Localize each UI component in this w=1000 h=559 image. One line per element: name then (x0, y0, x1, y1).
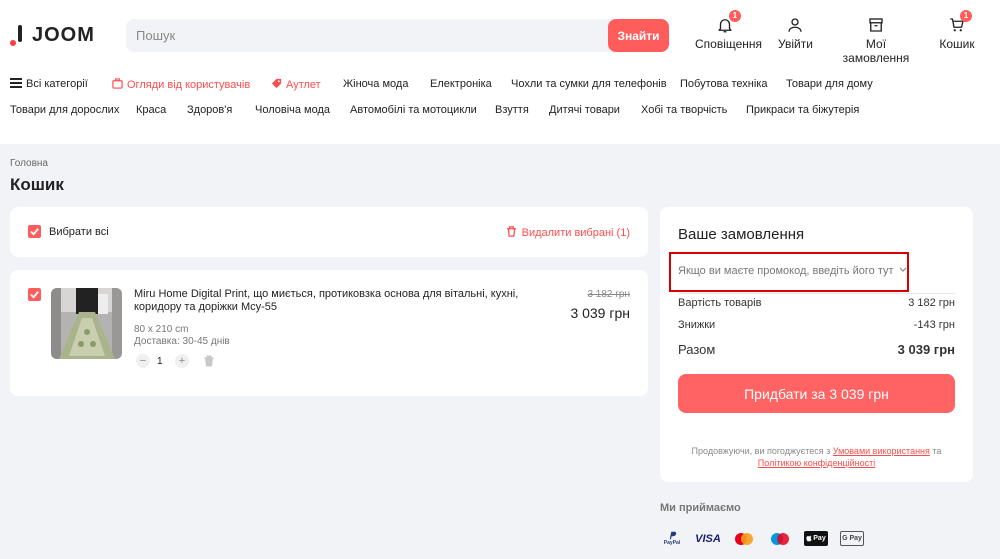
promo-code-label: Якщо ви маєте промокод, введіть його тут (678, 265, 894, 277)
order-title: Ваше замовлення (678, 226, 805, 243)
quantity-value: 1 (157, 356, 163, 367)
divider (678, 293, 955, 294)
page-title: Кошик (10, 175, 64, 194)
item-checkbox[interactable] (28, 288, 41, 301)
search-bar: Знайти (126, 19, 669, 52)
user-icon (788, 18, 802, 32)
select-all-checkbox[interactable] (28, 225, 41, 238)
delete-selected-button[interactable]: Видалити вибрані (1) (506, 226, 630, 239)
item-size: 80 x 210 cm (134, 324, 189, 335)
category-link[interactable]: Прикраси та біжутерія (746, 104, 859, 116)
joom-logo[interactable]: JOOM (10, 24, 95, 47)
category-link[interactable]: Здоров'я (187, 104, 232, 116)
check-icon (30, 291, 39, 299)
category-link[interactable]: Краса (136, 104, 166, 116)
breadcrumb[interactable]: Головна (10, 158, 48, 169)
category-link[interactable]: Електроніка (430, 78, 492, 90)
payments-title: Ми приймаємо (660, 502, 741, 514)
notifications-label: Сповіщення (695, 37, 763, 51)
discount-label: Знижки (678, 319, 716, 331)
product-image[interactable] (51, 288, 122, 359)
notifications-button[interactable]: 1 Сповіщення (695, 10, 762, 51)
search-input[interactable] (126, 19, 606, 52)
category-link[interactable]: Товари для дому (786, 78, 873, 90)
total-label: Разом (678, 342, 716, 357)
terms-link[interactable]: Умовами використання (833, 446, 930, 456)
category-link[interactable]: Хобі та творчість (641, 104, 727, 116)
header: JOOM Знайти 1 Сповіщення Увійти Мої замо… (0, 0, 1000, 144)
chevron-down-icon (899, 267, 907, 272)
category-link[interactable]: Чохли та сумки для телефонів (511, 78, 667, 90)
decrease-quantity-button[interactable]: − (136, 354, 150, 368)
discount-value: -143 грн (913, 319, 955, 331)
delete-selected-label: Видалити вибрані (1) (521, 227, 630, 239)
login-button[interactable]: Увійти (778, 16, 813, 51)
cart-badge: 1 (960, 10, 972, 22)
select-all-card: Вибрати всі Видалити вибрані (1) (10, 207, 648, 257)
item-delivery: Доставка: 30-45 днів (134, 336, 230, 347)
total-value: 3 039 грн (897, 342, 955, 357)
maestro-icon (771, 532, 789, 545)
category-link[interactable]: Взуття (495, 104, 529, 116)
item-title[interactable]: Miru Home Digital Print, що миється, про… (134, 288, 554, 314)
tag-icon (271, 78, 282, 89)
login-label: Увійти (778, 37, 813, 51)
logo-text: JOOM (32, 24, 95, 46)
mastercard-logo (733, 531, 755, 546)
item-price: 3 039 грн (570, 305, 630, 321)
legal-notice: Продовжуючи, ви погоджуєтеся з Умовами в… (691, 446, 942, 468)
goods-cost-value: 3 182 грн (908, 297, 955, 309)
visa-logo: VISA (695, 532, 721, 545)
privacy-link[interactable]: Політикою конфіденційності (758, 458, 875, 468)
category-link[interactable]: Чоловіча мода (255, 104, 330, 116)
paypal-icon (669, 531, 677, 540)
select-all-label: Вибрати всі (49, 226, 109, 238)
box-icon (869, 18, 883, 32)
menu-icon (10, 78, 22, 88)
cart-button[interactable]: 1 Кошик (939, 10, 975, 51)
my-orders-button[interactable]: Мої замовлення (834, 16, 918, 65)
cart-label: Кошик (939, 37, 975, 51)
trash-icon (204, 355, 214, 367)
reviews-icon (112, 78, 123, 89)
apple-pay-logo: Pay (804, 531, 828, 546)
category-link[interactable]: Товари для дорослих (10, 104, 119, 116)
runner-rug-image (51, 288, 122, 359)
notifications-badge: 1 (729, 10, 741, 22)
check-icon (30, 228, 39, 236)
joom-logo-icon (10, 24, 24, 47)
my-orders-label: Мої замовлення (842, 37, 910, 65)
trash-icon (506, 226, 516, 237)
category-link[interactable]: Побутова техніка (680, 78, 768, 90)
category-link[interactable]: Дитячі товари (549, 104, 620, 116)
paypal-logo: PayPal (661, 531, 683, 546)
increase-quantity-button[interactable]: + (175, 354, 189, 368)
goods-cost-label: Вартість товарів (678, 297, 762, 309)
maestro-logo (769, 531, 791, 546)
buy-button[interactable]: Придбати за 3 039 грн (678, 374, 955, 413)
item-old-price: 3 182 грн (587, 289, 630, 300)
user-reviews-link[interactable]: Огляди від користувачів (112, 78, 250, 91)
mastercard-icon (735, 532, 753, 545)
outlet-link[interactable]: Аутлет (271, 78, 321, 91)
apple-icon (806, 535, 812, 542)
category-link[interactable]: Жіноча мода (343, 78, 408, 90)
search-button[interactable]: Знайти (608, 19, 669, 52)
category-link[interactable]: Автомобілі та мотоцикли (350, 104, 477, 116)
remove-item-button[interactable] (203, 354, 215, 372)
google-pay-logo: G Pay (840, 531, 864, 546)
promo-code-toggle[interactable]: Якщо ви маєте промокод, введіть його тут (678, 265, 907, 277)
all-categories-link[interactable]: Всі категорії (10, 78, 88, 90)
